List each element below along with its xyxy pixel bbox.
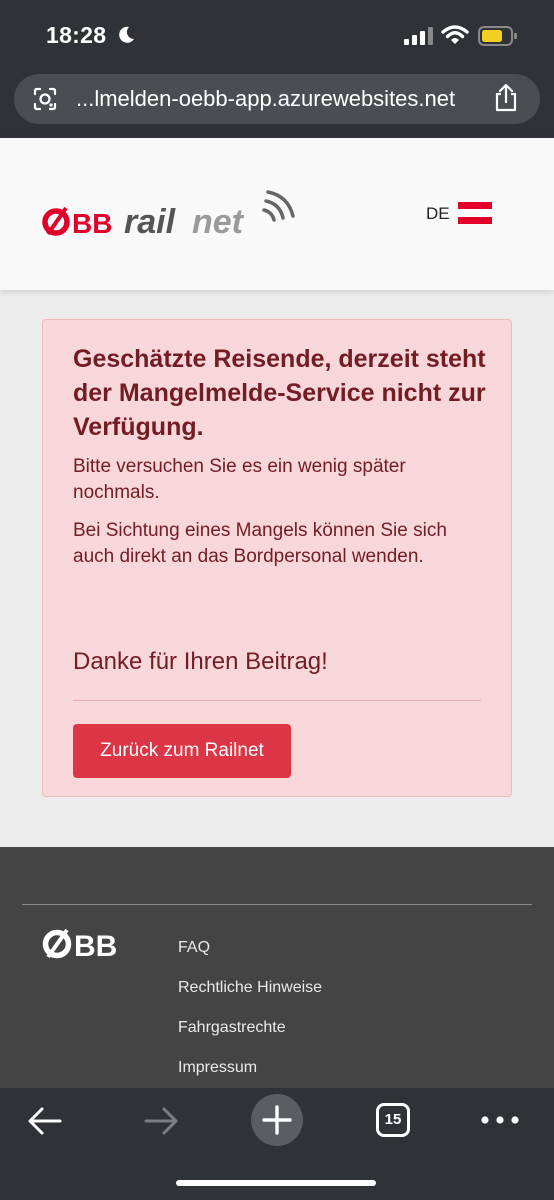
- site-header: BB rail net DE: [0, 138, 554, 290]
- more-icon[interactable]: [480, 1114, 520, 1126]
- service-unavailable-alert: Geschätzte Reisende, derzeit steht der M…: [42, 319, 512, 797]
- svg-text:rail: rail: [124, 203, 177, 241]
- alert-thanks: Danke für Ihren Beitrag!: [73, 648, 328, 675]
- alert-paragraph-staff: Bei Sichtung eines Mangels können Sie si…: [73, 520, 447, 567]
- forward-arrow-icon[interactable]: [142, 1102, 180, 1140]
- alert-paragraph-retry: Bitte versuchen Sie es ein wenig später …: [73, 456, 406, 503]
- url-bar[interactable]: ...lmelden-oebb-app.azurewebsites.net: [14, 74, 540, 124]
- austria-flag-icon[interactable]: [458, 202, 492, 224]
- browser-toolbar: 15: [0, 1088, 554, 1200]
- browser-chrome-top: 18:28 ...lmelden-oebb-app.azurewebsites.…: [0, 0, 554, 138]
- battery-icon: [478, 26, 517, 46]
- footer-divider: [22, 904, 532, 905]
- new-tab-button[interactable]: [251, 1094, 303, 1146]
- tabs-icon[interactable]: 15: [376, 1103, 410, 1137]
- moon-icon: [119, 26, 134, 43]
- back-to-railnet-button[interactable]: Zurück zum Railnet: [73, 724, 291, 778]
- status-time: 18:28: [46, 22, 107, 48]
- status-bar: 18:28: [0, 0, 554, 70]
- language-selector[interactable]: DE: [426, 204, 450, 224]
- footer-link-legal[interactable]: Rechtliche Hinweise: [178, 979, 322, 1019]
- url-text[interactable]: ...lmelden-oebb-app.azurewebsites.net: [76, 86, 455, 112]
- signal-icon: [404, 27, 433, 45]
- site-footer: BB FAQ Rechtliche Hinweise Fahrgastrecht…: [0, 847, 554, 1090]
- footer-link-faq[interactable]: FAQ: [178, 939, 322, 979]
- back-arrow-icon[interactable]: [26, 1102, 64, 1140]
- alert-divider: [73, 700, 481, 701]
- footer-links: FAQ Rechtliche Hinweise Fahrgastrechte I…: [178, 939, 322, 1099]
- oebb-railnet-logo[interactable]: BB rail net: [42, 190, 302, 244]
- lens-icon[interactable]: [32, 86, 58, 112]
- share-icon[interactable]: [492, 83, 520, 113]
- svg-text:net: net: [192, 203, 245, 241]
- plus-icon: [262, 1105, 292, 1135]
- footer-link-passenger-rights[interactable]: Fahrgastrechte: [178, 1019, 322, 1059]
- oebb-footer-logo[interactable]: BB: [42, 927, 138, 961]
- home-indicator: [176, 1180, 376, 1186]
- alert-heading: Geschätzte Reisende, derzeit steht der M…: [73, 345, 486, 441]
- svg-text:BB: BB: [72, 208, 112, 239]
- svg-text:BB: BB: [74, 930, 117, 961]
- wifi-icon: [441, 25, 469, 44]
